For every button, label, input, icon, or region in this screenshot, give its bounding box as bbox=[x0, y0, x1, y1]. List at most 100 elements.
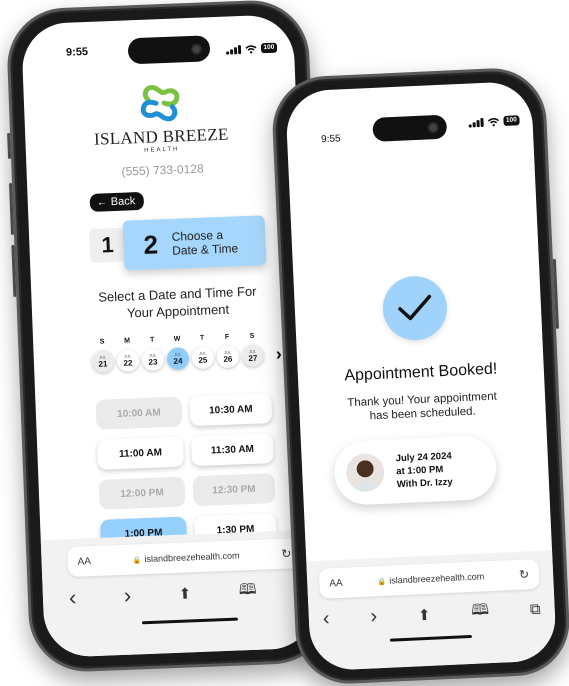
safari-toolbar: AA 🔒islandbreezehealth.com ↻ ‹ › ⬆ 🕮 ⧉ bbox=[306, 550, 558, 672]
status-time: 9:55 bbox=[65, 45, 89, 59]
dynamic-island bbox=[127, 35, 211, 65]
date-number: 27 bbox=[248, 353, 258, 363]
time-slot-button: 10:00 AM bbox=[95, 396, 183, 430]
step-2-label: Choose a Date & Time bbox=[171, 227, 238, 258]
battery-icon: 100 bbox=[502, 115, 521, 127]
heading-line1: Select a Date and Time For bbox=[98, 283, 257, 305]
lock-icon: 🔒 bbox=[377, 578, 387, 587]
url-value: islandbreezehealth.com bbox=[388, 571, 485, 586]
date-number: 26 bbox=[223, 354, 233, 364]
date-option[interactable]: F JUL 26 bbox=[216, 333, 240, 369]
reload-icon[interactable]: ↻ bbox=[281, 546, 292, 560]
date-option[interactable]: M JUL 22 bbox=[116, 337, 140, 373]
phone-confirmation: 9:55 100 Appointment Booked! Thank you! … bbox=[270, 66, 569, 686]
date-picker: S JUL 21 M JUL 22 T JUL 23 W JUL 24 T JUL 25 F JUL 26 S JUL… bbox=[91, 332, 265, 373]
home-indicator[interactable] bbox=[389, 634, 472, 642]
date-circle: JUL 27 bbox=[241, 344, 265, 368]
time-slot-button: 12:00 PM bbox=[98, 476, 186, 510]
day-of-week: F bbox=[224, 333, 230, 341]
heading-line2: Your Appointment bbox=[126, 301, 230, 321]
home-indicator[interactable] bbox=[141, 617, 238, 625]
booked-subtitle: Thank you! Your appointment has been sch… bbox=[319, 388, 526, 425]
nav-back-icon[interactable]: ‹ bbox=[68, 585, 76, 611]
appointment-summary-card: July 24 2024 at 1:00 PM With Dr. Izzy bbox=[332, 434, 498, 506]
day-of-week: T bbox=[149, 336, 155, 344]
day-of-week: W bbox=[173, 335, 181, 343]
reload-icon[interactable]: ↻ bbox=[519, 567, 530, 581]
signal-icon bbox=[468, 117, 484, 128]
wifi-icon bbox=[487, 117, 499, 126]
next-week-chevron-icon[interactable]: › bbox=[275, 344, 282, 365]
url-text: 🔒 islandbreezehealth.com bbox=[91, 549, 282, 566]
text-size-button[interactable]: AA bbox=[329, 577, 343, 589]
signal-icon bbox=[226, 44, 241, 55]
share-icon[interactable]: ⬆ bbox=[418, 605, 431, 624]
camera-icon bbox=[190, 43, 203, 55]
subtitle-line2: has been scheduled. bbox=[369, 405, 477, 423]
booking-screen: 9:55 100 ISLAND BREEZE HEALTH (555) 733-… bbox=[20, 14, 318, 658]
appointment-doctor: With Dr. Izzy bbox=[396, 476, 453, 490]
success-badge bbox=[381, 274, 449, 342]
nav-back-icon[interactable]: ‹ bbox=[322, 607, 330, 630]
browser-nav: ‹ › ⬆ 🕮 ⧉ bbox=[322, 597, 541, 632]
brand-logo: ISLAND BREEZE HEALTH (555) 733-0128 bbox=[23, 76, 298, 182]
time-slot-button[interactable]: 11:30 AM bbox=[190, 433, 274, 467]
checkmark-icon bbox=[398, 294, 432, 321]
tabs-icon[interactable]: ⧉ bbox=[530, 601, 541, 618]
date-number: 25 bbox=[198, 355, 208, 365]
appointment-date: July 24 2024 bbox=[395, 450, 452, 464]
safari-toolbar: AA 🔒islandbreezehealth.com ↻ ‹ › ⬆ 🕮 ⧉ bbox=[40, 529, 318, 658]
status-time: 9:55 bbox=[320, 133, 341, 146]
time-slot-button: 12:30 PM bbox=[192, 473, 276, 507]
day-of-week: S bbox=[249, 332, 255, 340]
date-number: 24 bbox=[173, 356, 183, 366]
address-bar[interactable]: AA 🔒 islandbreezehealth.com ↻ bbox=[67, 538, 303, 578]
date-number: 23 bbox=[148, 357, 158, 367]
date-circle[interactable]: JUL 22 bbox=[116, 349, 140, 373]
bookmarks-icon[interactable]: 🕮 bbox=[471, 599, 490, 625]
share-icon[interactable]: ⬆ bbox=[178, 584, 191, 602]
volume-up-button bbox=[9, 182, 15, 235]
date-option[interactable]: T JUL 25 bbox=[191, 334, 215, 370]
address-bar[interactable]: AA 🔒 islandbreezehealth.com ↻ bbox=[318, 558, 540, 599]
day-of-week: T bbox=[199, 334, 205, 342]
nav-forward-icon[interactable]: › bbox=[370, 605, 378, 628]
status-icons: 100 bbox=[468, 115, 521, 128]
bookmarks-icon[interactable]: 🕮 bbox=[238, 578, 257, 604]
url-value: islandbreezehealth.com bbox=[144, 550, 240, 565]
step-2-label-line2: Date & Time bbox=[171, 241, 239, 258]
status-icons: 100 bbox=[226, 42, 278, 55]
phone-number-link[interactable]: (555) 733-0128 bbox=[26, 158, 298, 182]
date-circle: JUL 21 bbox=[91, 350, 115, 373]
doctor-avatar bbox=[345, 452, 386, 493]
date-option[interactable]: W JUL 24 bbox=[166, 335, 190, 371]
action-button bbox=[7, 132, 12, 160]
date-option[interactable]: T JUL 23 bbox=[141, 336, 165, 372]
back-button[interactable]: ← Back bbox=[89, 191, 145, 212]
back-label: Back bbox=[110, 195, 136, 209]
text-size-button[interactable]: AA bbox=[77, 556, 91, 568]
time-slot-grid: 10:00 AM 10:30 AM 11:00 AM 11:30 AM 12:00 PM… bbox=[95, 393, 279, 550]
step-2-indicator: 2 Choose a Date & Time bbox=[122, 215, 267, 271]
date-option: S JUL 27 bbox=[241, 332, 265, 368]
lock-icon: 🔒 bbox=[132, 557, 142, 565]
booked-title: Appointment Booked! bbox=[344, 360, 498, 385]
confirmation-screen: 9:55 100 Appointment Booked! Thank you! … bbox=[284, 80, 558, 672]
battery-icon: 100 bbox=[260, 42, 278, 54]
date-circle[interactable]: JUL 24 bbox=[166, 347, 190, 371]
step-2-number: 2 bbox=[142, 228, 159, 260]
volume-down-button bbox=[11, 244, 17, 297]
time-slot-button[interactable]: 10:30 AM bbox=[189, 393, 273, 427]
day-of-week: S bbox=[99, 338, 105, 346]
nav-forward-icon[interactable]: › bbox=[123, 583, 131, 609]
appointment-details: July 24 2024 at 1:00 PM With Dr. Izzy bbox=[395, 449, 453, 491]
time-slot-button[interactable]: 11:00 AM bbox=[96, 436, 185, 470]
date-circle[interactable]: JUL 26 bbox=[216, 345, 240, 369]
day-of-week: M bbox=[124, 337, 131, 345]
date-number: 21 bbox=[98, 359, 108, 369]
date-circle[interactable]: JUL 25 bbox=[191, 346, 215, 370]
wifi-icon bbox=[244, 44, 257, 54]
date-option: S JUL 21 bbox=[91, 338, 115, 373]
date-circle[interactable]: JUL 23 bbox=[141, 348, 165, 372]
back-arrow-icon: ← bbox=[96, 196, 108, 209]
